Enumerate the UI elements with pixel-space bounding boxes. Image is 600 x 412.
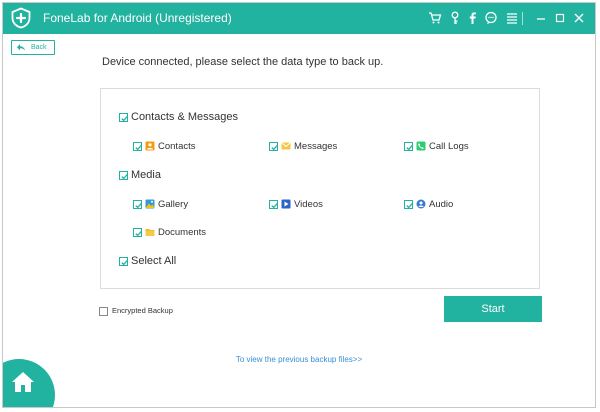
key-icon[interactable] — [448, 11, 462, 25]
messages-label: Messages — [294, 141, 338, 152]
minimize-icon[interactable] — [534, 11, 548, 25]
contacts-checkbox[interactable] — [133, 142, 142, 151]
start-button[interactable]: Start — [444, 296, 542, 322]
call-logs-icon — [416, 141, 426, 151]
app-window: FoneLab for Android (Unregistered) Back … — [2, 2, 596, 408]
media-checkbox[interactable] — [119, 171, 128, 180]
gallery-checkbox[interactable] — [133, 200, 142, 209]
home-icon — [12, 372, 34, 392]
home-button[interactable] — [3, 359, 55, 407]
select-all-checkbox[interactable] — [119, 257, 128, 266]
window-title: FoneLab for Android (Unregistered) — [43, 11, 232, 25]
gallery-icon — [145, 199, 155, 209]
documents-icon — [145, 229, 155, 236]
titlebar-separator — [522, 12, 523, 25]
call-logs-label: Call Logs — [429, 141, 469, 152]
videos-label: Videos — [294, 199, 323, 210]
messages-checkbox[interactable] — [269, 142, 278, 151]
contacts-messages-label: Contacts & Messages — [131, 111, 238, 123]
back-button[interactable]: Back — [11, 40, 55, 55]
close-icon[interactable] — [572, 11, 586, 25]
audio-icon — [416, 199, 426, 209]
documents-label: Documents — [158, 227, 207, 238]
facebook-icon[interactable] — [465, 11, 479, 25]
back-arrow-icon — [17, 44, 25, 51]
videos-icon — [281, 199, 291, 209]
chat-icon[interactable] — [484, 11, 498, 25]
media-label: Media — [131, 169, 161, 181]
instruction-text: Device connected, please select the data… — [102, 56, 384, 68]
previous-backup-link[interactable]: To view the previous backup files>> — [3, 355, 595, 364]
menu-icon[interactable] — [505, 11, 519, 25]
audio-label: Audio — [429, 199, 454, 210]
audio-checkbox[interactable] — [404, 200, 413, 209]
gallery-label: Gallery — [158, 199, 189, 210]
app-logo-icon — [11, 7, 31, 29]
contacts-icon — [145, 141, 155, 151]
documents-checkbox[interactable] — [133, 228, 142, 237]
contacts-messages-checkbox[interactable] — [119, 113, 128, 122]
title-bar: FoneLab for Android (Unregistered) — [3, 3, 595, 34]
videos-checkbox[interactable] — [269, 200, 278, 209]
data-type-panel: Contacts & Messages Contacts Messages Ca… — [100, 88, 540, 289]
maximize-icon[interactable] — [553, 11, 567, 25]
encrypted-backup-checkbox[interactable] — [99, 307, 108, 316]
cart-icon[interactable] — [428, 11, 442, 25]
call-logs-checkbox[interactable] — [404, 142, 413, 151]
back-button-label: Back — [31, 44, 47, 51]
messages-icon — [281, 142, 291, 150]
contacts-label: Contacts — [158, 141, 196, 152]
encrypted-backup-label: Encrypted Backup — [112, 306, 173, 315]
select-all-label: Select All — [131, 255, 177, 267]
